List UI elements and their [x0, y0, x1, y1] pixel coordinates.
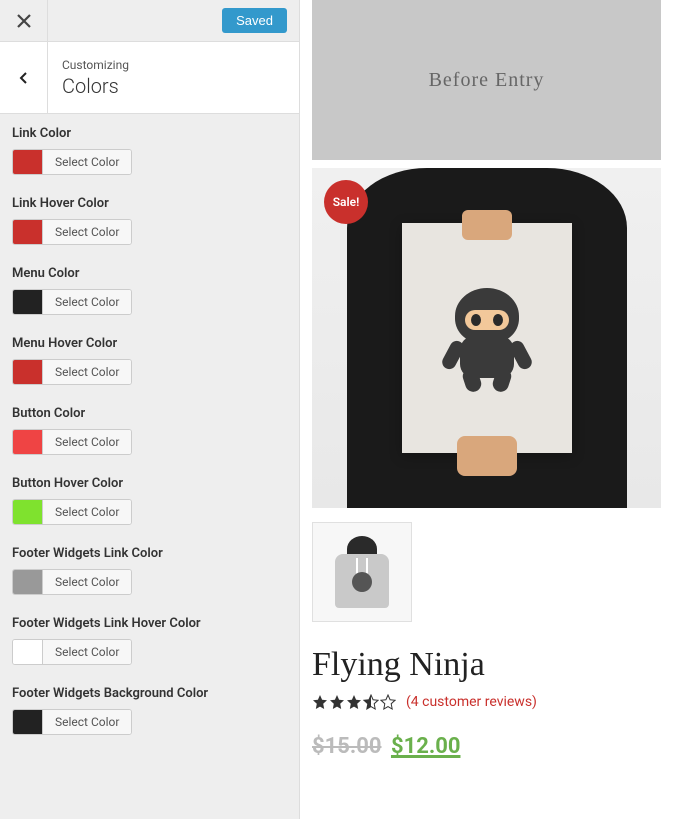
saved-button[interactable]: Saved	[222, 8, 287, 33]
control-label: Button Hover Color	[12, 476, 287, 491]
star-icon	[312, 694, 328, 710]
color-picker-footer_widgets_background_color[interactable]: Select Color	[12, 709, 132, 735]
control-link_color: Link Color Select Color	[12, 126, 287, 178]
color-picker-button_hover_color[interactable]: Select Color	[12, 499, 132, 525]
preview-pane: Before Entry Sale!	[300, 0, 673, 819]
star-icon	[380, 694, 396, 710]
color-swatch	[13, 710, 43, 734]
product-thumbnail[interactable]	[312, 522, 412, 622]
select-color-label: Select Color	[43, 220, 131, 244]
star-icon	[329, 694, 345, 710]
close-icon	[16, 13, 32, 29]
color-swatch	[13, 500, 43, 524]
control-footer_widgets_link_hover_color: Footer Widgets Link Hover Color Select Co…	[12, 616, 287, 668]
control-button_color: Button Color Select Color	[12, 406, 287, 458]
color-swatch	[13, 570, 43, 594]
select-color-label: Select Color	[43, 640, 131, 664]
rating-row: (4 customer reviews)	[312, 694, 661, 710]
ninja-graphic	[442, 288, 532, 388]
control-label: Link Hover Color	[12, 196, 287, 211]
select-color-label: Select Color	[43, 500, 131, 524]
select-color-label: Select Color	[43, 430, 131, 454]
close-button[interactable]	[0, 0, 48, 41]
color-picker-menu_color[interactable]: Select Color	[12, 289, 132, 315]
chevron-left-icon	[18, 72, 30, 84]
poster-holder	[312, 168, 661, 508]
select-color-label: Select Color	[43, 360, 131, 384]
color-picker-footer_widgets_link_color[interactable]: Select Color	[12, 569, 132, 595]
select-color-label: Select Color	[43, 290, 131, 314]
color-swatch	[13, 430, 43, 454]
control-label: Menu Hover Color	[12, 336, 287, 351]
section-title-wrap: Customizing Colors	[48, 42, 299, 113]
page-title: Colors	[62, 74, 285, 98]
reviews-link[interactable]: (4 customer reviews)	[406, 694, 537, 710]
star-icon	[346, 694, 362, 710]
color-swatch	[13, 150, 43, 174]
select-color-label: Select Color	[43, 150, 131, 174]
control-label: Footer Widgets Background Color	[12, 686, 287, 701]
before-entry-banner: Before Entry	[312, 0, 661, 160]
color-swatch	[13, 290, 43, 314]
product-main-image[interactable]: Sale!	[312, 168, 661, 508]
breadcrumb: Customizing	[62, 58, 285, 72]
control-link_hover_color: Link Hover Color Select Color	[12, 196, 287, 248]
sale-badge: Sale!	[324, 180, 368, 224]
control-button_hover_color: Button Hover Color Select Color	[12, 476, 287, 528]
star-rating	[312, 694, 396, 710]
control-footer_widgets_background_color: Footer Widgets Background Color Select Co…	[12, 686, 287, 738]
control-label: Footer Widgets Link Hover Color	[12, 616, 287, 631]
color-picker-link_hover_color[interactable]: Select Color	[12, 219, 132, 245]
star-icon	[363, 694, 379, 710]
price-old: $15.00	[312, 734, 382, 759]
color-picker-footer_widgets_link_hover_color[interactable]: Select Color	[12, 639, 132, 665]
price: $15.00 $12.00	[312, 734, 661, 759]
color-swatch	[13, 220, 43, 244]
control-label: Menu Color	[12, 266, 287, 281]
controls-list: Link Color Select Color Link Hover Color Se…	[0, 114, 299, 819]
color-picker-link_color[interactable]: Select Color	[12, 149, 132, 175]
control-menu_color: Menu Color Select Color	[12, 266, 287, 318]
customizer-topbar: Saved	[0, 0, 299, 42]
hand-bottom	[457, 436, 517, 476]
hand-top	[462, 210, 512, 240]
color-swatch	[13, 640, 43, 664]
poster	[402, 223, 572, 453]
control-label: Link Color	[12, 126, 287, 141]
select-color-label: Select Color	[43, 570, 131, 594]
section-header: Customizing Colors	[0, 42, 299, 114]
product-title: Flying Ninja	[312, 646, 661, 684]
select-color-label: Select Color	[43, 710, 131, 734]
control-menu_hover_color: Menu Hover Color Select Color	[12, 336, 287, 388]
price-new: $12.00	[391, 734, 461, 759]
color-picker-menu_hover_color[interactable]: Select Color	[12, 359, 132, 385]
back-button[interactable]	[0, 42, 48, 113]
customizer-sidebar: Saved Customizing Colors Link Color Selec…	[0, 0, 300, 819]
control-footer_widgets_link_color: Footer Widgets Link Color Select Color	[12, 546, 287, 598]
control-label: Button Color	[12, 406, 287, 421]
color-swatch	[13, 360, 43, 384]
control-label: Footer Widgets Link Color	[12, 546, 287, 561]
topbar-actions: Saved	[48, 0, 299, 41]
hoodie-graphic	[331, 536, 393, 608]
color-picker-button_color[interactable]: Select Color	[12, 429, 132, 455]
